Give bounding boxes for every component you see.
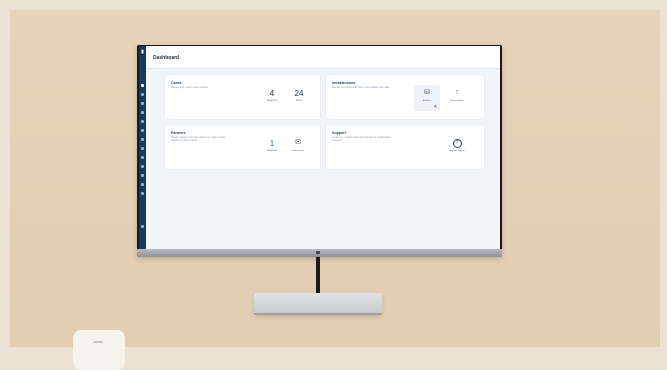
sidebar-logo[interactable]: ▮ bbox=[140, 50, 145, 55]
invite-partner-label: Invite partner bbox=[291, 150, 305, 152]
sidebar-item-infrastructure[interactable] bbox=[141, 102, 144, 105]
arrow-up-icon: ↑ bbox=[455, 89, 459, 96]
corner-badge-mark bbox=[93, 341, 103, 343]
sidebar-item-support[interactable] bbox=[141, 120, 144, 123]
sidebar-item-dashboard[interactable] bbox=[141, 84, 144, 87]
infrastructure-title: Infrastructure bbox=[332, 81, 356, 85]
request-support-button[interactable]: ? Request support bbox=[444, 135, 470, 161]
cases-title: Cases bbox=[171, 81, 182, 85]
sidebar-item-messages[interactable] bbox=[141, 165, 144, 168]
partners-description: Browse requests and invite partners to c… bbox=[171, 137, 226, 142]
monitor-screen: ▮ Dashboard Cases Manage your system cas… bbox=[139, 46, 500, 249]
sidebar-item-devices[interactable] bbox=[141, 147, 144, 150]
cases-active-label: Active bbox=[295, 100, 303, 102]
cursor-icon: ⇱ bbox=[434, 104, 438, 109]
check-updates-label: Check updates bbox=[449, 100, 465, 102]
monitor-stand-base bbox=[254, 293, 382, 315]
monitor-logo bbox=[316, 251, 320, 254]
network-icon: ⛁ bbox=[424, 89, 430, 96]
cases-active-value: 24 bbox=[294, 89, 304, 98]
invite-partner-button[interactable]: ✉ Invite partner bbox=[285, 135, 311, 161]
page-title: Dashboard bbox=[153, 55, 180, 61]
sidebar-item-billing[interactable] bbox=[141, 183, 144, 186]
sidebar-item-settings[interactable] bbox=[141, 225, 144, 228]
add-item-button[interactable]: ⛁ Add item ⇱ bbox=[414, 85, 440, 111]
partners-card[interactable]: Partners Browse requests and invite part… bbox=[165, 125, 320, 169]
partners-requests-label: Requests bbox=[267, 150, 277, 152]
page-header: Dashboard bbox=[146, 46, 500, 69]
partners-requests-value: 1 bbox=[269, 139, 275, 148]
support-title: Support bbox=[332, 131, 346, 135]
sidebar-item-documents[interactable] bbox=[141, 156, 144, 159]
sidebar-item-reports[interactable] bbox=[141, 129, 144, 132]
support-card[interactable]: Support Create new support tickets and f… bbox=[326, 125, 484, 169]
cases-active-stat[interactable]: 24 Active bbox=[287, 89, 311, 102]
cases-card[interactable]: Cases Manage your system cases together … bbox=[165, 75, 320, 119]
check-updates-button[interactable]: ↑ Check updates bbox=[444, 85, 470, 111]
partners-title: Partners bbox=[171, 131, 186, 135]
request-support-label: Request support bbox=[448, 150, 466, 152]
monitor-stand-edge bbox=[254, 313, 382, 315]
partners-requests-stat[interactable]: 1 Requests bbox=[260, 139, 284, 152]
question-icon: ? bbox=[452, 139, 462, 148]
cases-description: Manage your system cases together bbox=[171, 87, 209, 89]
infrastructure-card[interactable]: Infrastructure Register your devices and… bbox=[326, 75, 484, 119]
main-content: Dashboard Cases Manage your system cases… bbox=[146, 46, 500, 249]
add-item-label: Add item bbox=[422, 100, 432, 102]
sidebar-item-users[interactable] bbox=[141, 138, 144, 141]
sidebar-item-calendar[interactable] bbox=[141, 174, 144, 177]
monitor-stand-neck bbox=[316, 257, 320, 297]
cases-requests-value: 4 bbox=[269, 89, 275, 98]
sidebar-item-cases[interactable] bbox=[141, 93, 144, 96]
cases-requests-stat[interactable]: 4 Requests bbox=[260, 89, 284, 102]
sidebar-item-admin[interactable] bbox=[141, 192, 144, 195]
corner-badge bbox=[73, 330, 125, 370]
sidebar-item-partners[interactable] bbox=[141, 111, 144, 114]
envelope-icon: ✉ bbox=[295, 139, 301, 146]
cases-requests-label: Requests bbox=[267, 100, 277, 102]
infrastructure-description: Register your devices and keep your soft… bbox=[332, 87, 390, 89]
sidebar: ▮ bbox=[139, 46, 146, 249]
support-description: Create new support tickets and find help… bbox=[332, 137, 392, 142]
